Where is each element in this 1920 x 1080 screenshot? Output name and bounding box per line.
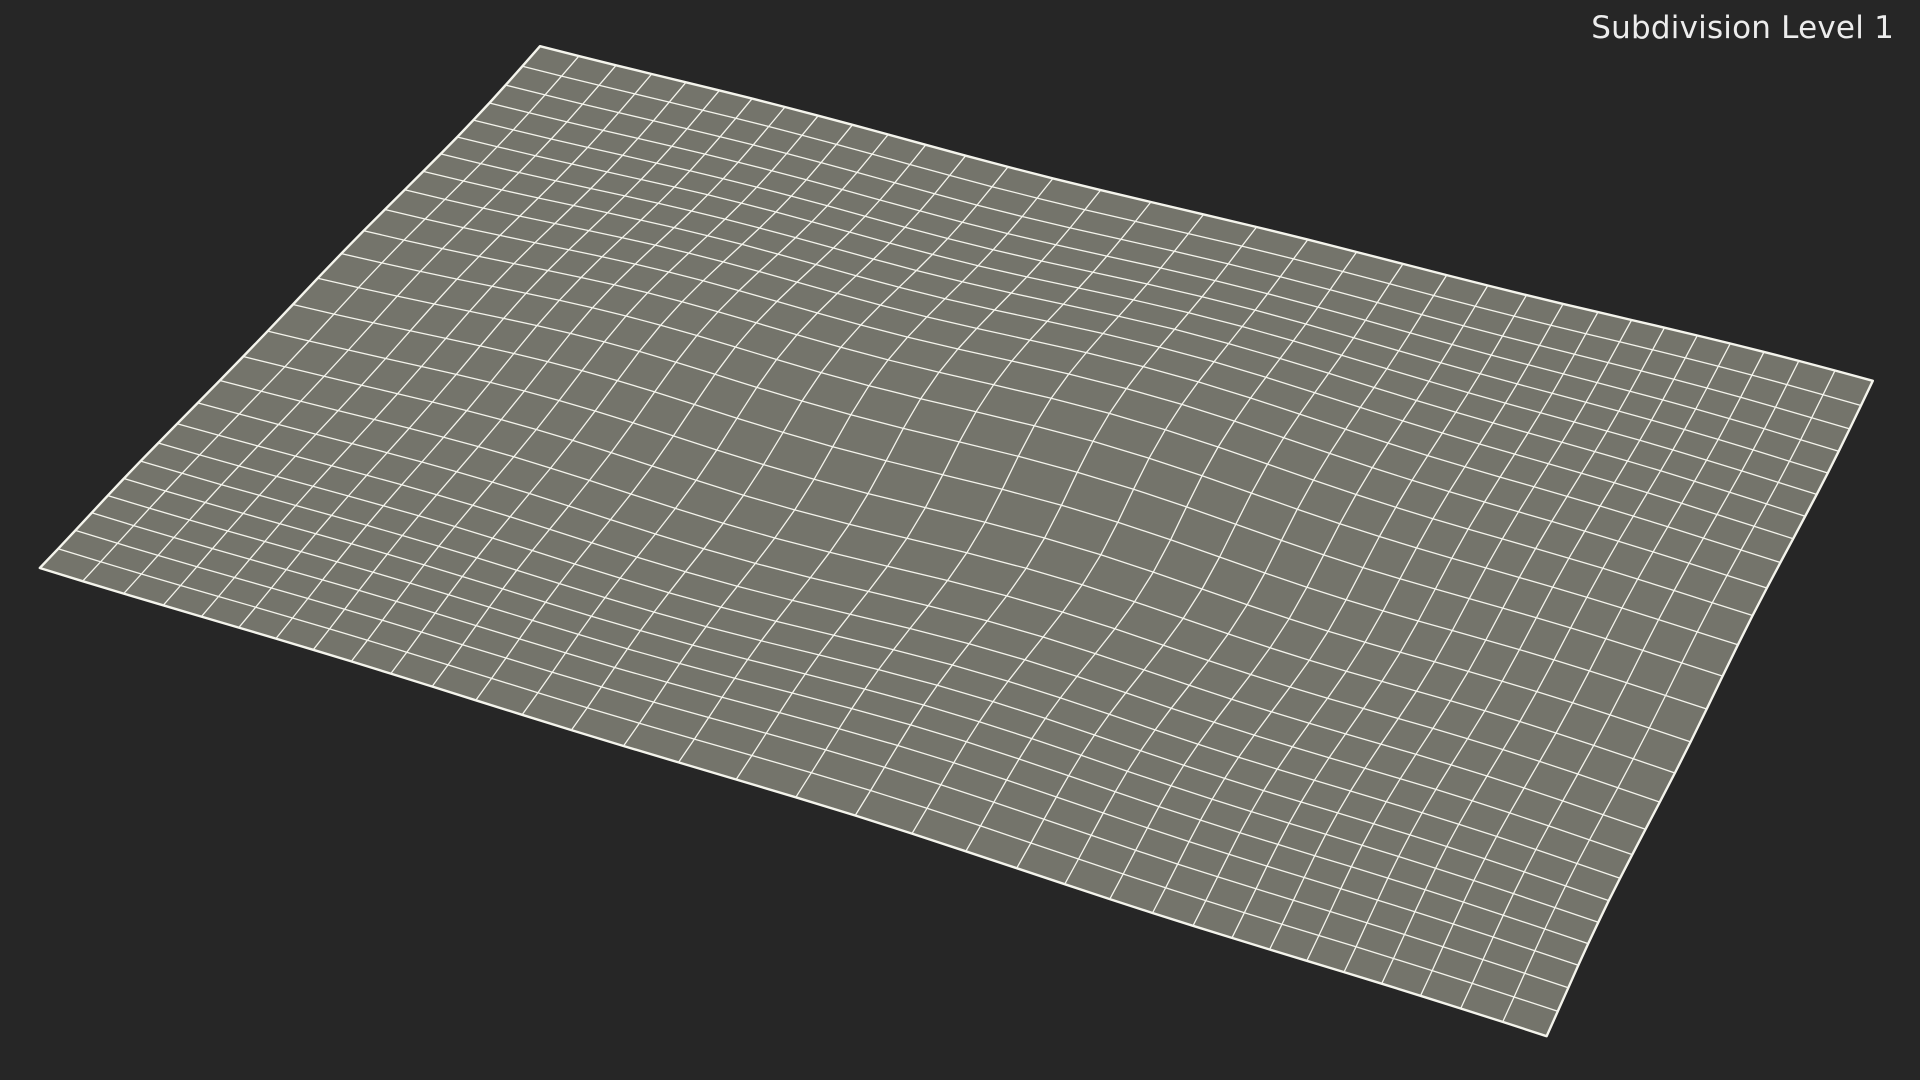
subdivision-level-label: Subdivision Level 1 (1591, 10, 1894, 46)
mesh-surface (39, 46, 1873, 1037)
surface-fill (39, 46, 1873, 1037)
3d-viewport: Subdivision Level 1 (0, 0, 1920, 1080)
wireframe-mesh (38, 45, 1875, 1038)
